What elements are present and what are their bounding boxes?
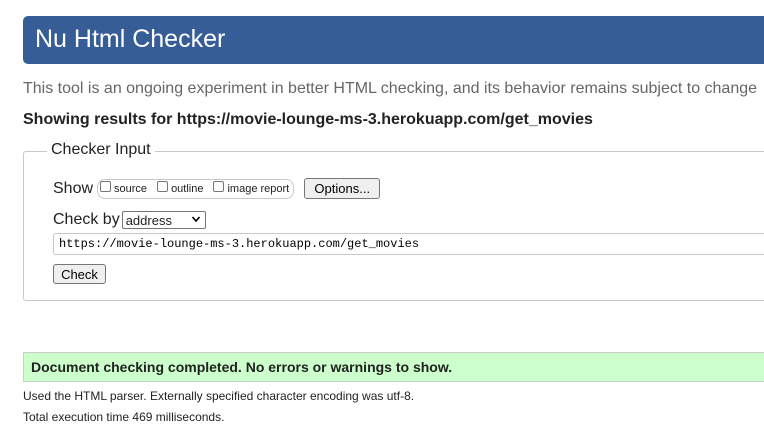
parser-info: Used the HTML parser. Externally specifi… xyxy=(23,389,415,403)
check-by-row: Check by address xyxy=(53,211,206,229)
check-by-label: Check by xyxy=(53,211,120,228)
check-by-select[interactable]: address xyxy=(121,211,206,229)
show-options-group: source outline image report xyxy=(97,178,295,199)
check-by-selected-value: address xyxy=(125,212,172,228)
show-source-option[interactable]: source xyxy=(100,181,148,195)
showing-results-heading: Showing results for https://movie-lounge… xyxy=(23,111,593,128)
show-image-report-option[interactable]: image report xyxy=(213,181,290,195)
url-input[interactable]: https://movie-lounge-ms-3.herokuapp.com/… xyxy=(53,233,764,255)
outline-label: outline xyxy=(171,182,204,195)
intro-text: This tool is an ongoing experiment in be… xyxy=(23,80,758,97)
page-header: Nu Html Checker xyxy=(23,16,764,64)
image-report-checkbox[interactable] xyxy=(213,181,225,192)
image-report-label: image report xyxy=(227,182,290,195)
outline-checkbox[interactable] xyxy=(157,181,169,192)
page-title: Nu Html Checker xyxy=(35,25,226,53)
options-button[interactable]: Options... xyxy=(304,178,381,199)
source-label: source xyxy=(114,182,148,195)
source-checkbox[interactable] xyxy=(100,181,112,192)
result-success-message: Document checking completed. No errors o… xyxy=(23,352,764,382)
checker-input-legend: Checker Input xyxy=(47,141,155,159)
check-button[interactable]: Check xyxy=(53,264,106,284)
show-options-row: Show source outline image report Options… xyxy=(53,178,381,199)
show-outline-option[interactable]: outline xyxy=(157,181,204,195)
chevron-down-icon xyxy=(191,216,200,223)
execution-time-info: Total execution time 469 milliseconds. xyxy=(23,410,225,424)
show-label: Show xyxy=(53,179,94,197)
